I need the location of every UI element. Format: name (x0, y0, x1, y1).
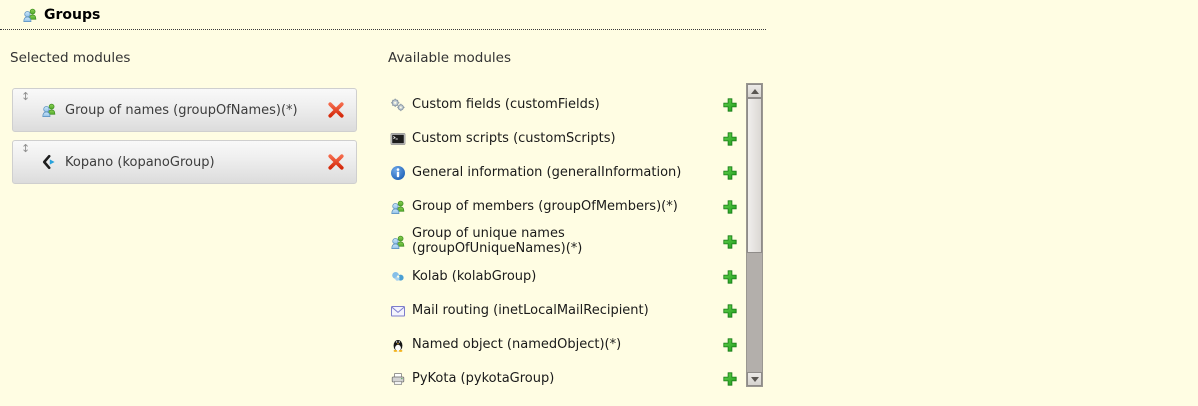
available-module-label: Group of unique names (groupOfUniqueName… (412, 227, 722, 256)
groups-section-header: Groups (0, 0, 766, 30)
remove-module-button[interactable] (327, 101, 345, 119)
groups-icon (390, 199, 406, 215)
up-down-arrow-icon[interactable]: ↕ (21, 91, 30, 102)
available-module-row: Mail routing (inetLocalMailRecipient) (390, 294, 765, 328)
kolab-icon (390, 269, 406, 285)
available-module-label: Custom fields (customFields) (412, 98, 722, 113)
selected-module-group-of-names[interactable]: ↕ Group of names (groupOfNames)(*) (12, 88, 357, 132)
available-module-row: Custom scripts (customScripts) (390, 122, 765, 156)
available-module-label: Custom scripts (customScripts) (412, 132, 722, 147)
available-module-label: PyKota (pykotaGroup) (412, 372, 722, 387)
selected-module-label: Group of names (groupOfNames)(*) (65, 103, 298, 118)
scrollbar-thumb[interactable] (747, 98, 762, 253)
selected-module-label: Kopano (kopanoGroup) (65, 155, 215, 170)
add-module-button[interactable] (722, 234, 738, 250)
scroll-down-icon[interactable] (747, 372, 762, 386)
add-module-button[interactable] (722, 97, 738, 113)
kopano-icon (41, 154, 57, 170)
terminal-icon (390, 131, 406, 147)
add-module-button[interactable] (722, 131, 738, 147)
add-module-button[interactable] (722, 337, 738, 353)
available-module-label: Kolab (kolabGroup) (412, 270, 722, 285)
available-module-label: Mail routing (inetLocalMailRecipient) (412, 304, 722, 319)
add-module-button[interactable] (722, 199, 738, 215)
selected-modules-label: Selected modules (10, 50, 130, 66)
available-modules-list: Custom fields (customFields) (388, 83, 765, 391)
remove-module-button[interactable] (327, 153, 345, 171)
info-icon (390, 165, 406, 181)
module-selection-page: Groups Selected modules Available module… (0, 0, 1198, 406)
groups-icon (22, 7, 38, 23)
available-module-label: Group of members (groupOfMembers)(*) (412, 200, 722, 215)
available-module-row: Group of unique names (groupOfUniqueName… (390, 224, 765, 260)
add-module-button[interactable] (722, 165, 738, 181)
mail-icon (390, 303, 406, 319)
up-down-arrow-icon[interactable]: ↕ (21, 143, 30, 154)
gears-icon (390, 97, 406, 113)
available-module-row: General information (generalInformation) (390, 156, 765, 190)
add-module-button[interactable] (722, 269, 738, 285)
available-module-row: Named object (namedObject)(*) (390, 328, 765, 362)
tux-icon (390, 337, 406, 353)
available-module-label: General information (generalInformation) (412, 166, 722, 181)
scroll-up-icon[interactable] (747, 84, 762, 98)
add-module-button[interactable] (722, 303, 738, 319)
printer-icon (390, 371, 406, 387)
groups-icon (41, 102, 57, 118)
available-module-label: Named object (namedObject)(*) (412, 338, 722, 353)
available-module-row: PyKota (pykotaGroup) (390, 362, 765, 396)
scrollbar[interactable] (746, 83, 763, 387)
available-module-row: Custom fields (customFields) (390, 88, 765, 122)
available-modules-label: Available modules (388, 50, 511, 66)
add-module-button[interactable] (722, 371, 738, 387)
page-title: Groups (44, 7, 100, 23)
selected-module-kopano[interactable]: ↕ Kopano (kopanoGroup) (12, 140, 357, 184)
available-module-row: Group of members (groupOfMembers)(*) (390, 190, 765, 224)
groups-icon (390, 234, 406, 250)
available-module-row: Kolab (kolabGroup) (390, 260, 765, 294)
